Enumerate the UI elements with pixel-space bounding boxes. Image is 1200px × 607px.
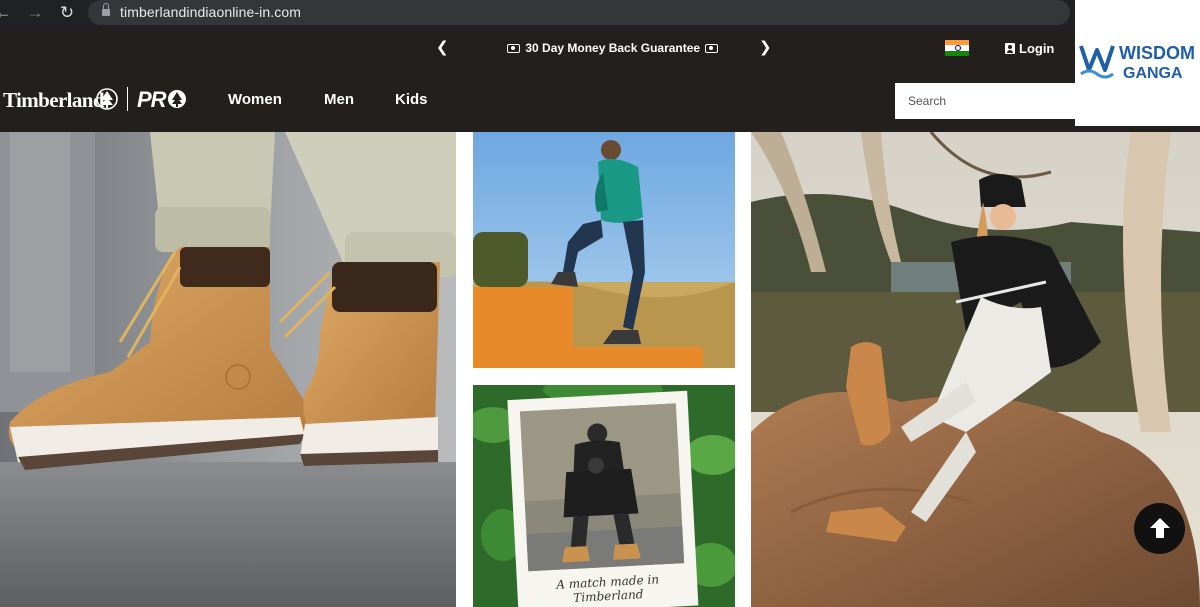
forward-arrow-icon[interactable]: → (24, 2, 46, 24)
promo-banner: 30 Day Money Back Guarantee (505, 41, 720, 55)
login-label[interactable]: Login (1019, 41, 1054, 56)
browser-toolbar: ← → ↻ timberlandindiaonline-in.com ☆ (0, 0, 1145, 27)
promo-prev-chevron-icon[interactable]: ❮ (436, 38, 449, 56)
scroll-to-top-button[interactable] (1134, 503, 1185, 554)
hero-polaroid-image[interactable]: A match made in Timberland (473, 385, 735, 607)
boots-photo (0, 132, 456, 607)
nav-kids[interactable]: Kids (395, 91, 428, 108)
wisdom-ganga-logo-icon: WISDOM GANGA (1079, 43, 1195, 82)
reload-icon[interactable]: ↻ (56, 2, 78, 24)
money-icon (507, 44, 520, 53)
money-icon (705, 44, 719, 53)
arrow-up-icon (1150, 518, 1170, 538)
user-icon (1005, 43, 1015, 54)
nav-women[interactable]: Women (228, 91, 282, 108)
wisdom-ganga-watermark: WISDOM GANGA (1075, 0, 1200, 126)
tree-logo-icon (96, 88, 118, 110)
address-bar[interactable]: timberlandindiaonline-in.com ☆ (88, 0, 1145, 25)
timberland-pro-logo[interactable]: Timberland PR (3, 87, 188, 113)
polaroid-photo (473, 385, 735, 607)
hero-rocks-image[interactable] (751, 132, 1200, 607)
search-input[interactable] (895, 83, 1075, 119)
orange-block-photo (473, 132, 735, 368)
url-text[interactable]: timberlandindiaonline-in.com (120, 4, 301, 20)
login-link[interactable]: Login (1005, 41, 1054, 56)
logo-wordmark: Timberland (3, 88, 105, 112)
promo-text: 30 Day Money Back Guarantee (525, 41, 701, 55)
watermark-line2: GANGA (1123, 65, 1183, 82)
promo-next-chevron-icon[interactable]: ❯ (759, 38, 772, 56)
pro-tree-logo-icon (168, 90, 186, 108)
india-flag-icon[interactable] (945, 40, 969, 56)
back-arrow-icon[interactable]: ← (0, 2, 14, 24)
lock-icon[interactable] (102, 3, 110, 17)
nav-men[interactable]: Men (324, 91, 354, 108)
watermark-line1: WISDOM (1119, 43, 1195, 63)
rocks-photo (751, 132, 1200, 607)
logo-divider (127, 87, 128, 111)
hero-orange-block-image[interactable] (473, 132, 735, 368)
hero-boots-image[interactable] (0, 132, 456, 607)
site-header: ❮ 30 Day Money Back Guarantee ❯ Login Ti… (0, 27, 1200, 132)
search-box (895, 83, 1075, 119)
logo-pro-text: PR (137, 87, 167, 112)
